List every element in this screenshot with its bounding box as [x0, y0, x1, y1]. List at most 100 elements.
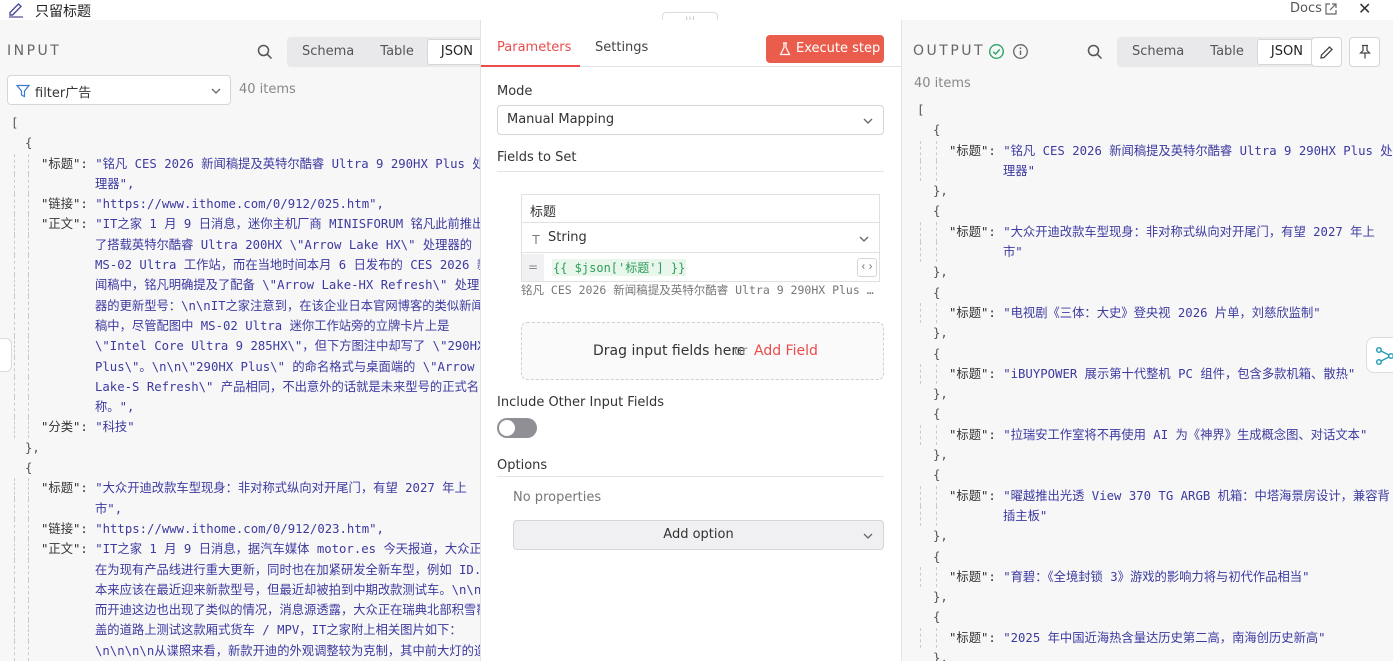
field-value-expression[interactable]: = {{ $json['标题'] }} — [522, 254, 879, 281]
indent-guide — [14, 579, 15, 601]
toggle-knob — [499, 420, 515, 436]
field-name-input[interactable]: 标题 — [522, 195, 879, 223]
output-json-view: [{"标题": "铭凡 CES 2026 新闻稿提及英特尔酷睿 Ultra 9 … — [917, 100, 1393, 661]
node-graph-handle[interactable] — [1366, 337, 1393, 373]
json-key: "标题": — [949, 569, 1004, 584]
drop-field-zone[interactable]: Drag input fields here or Add Field — [521, 322, 884, 380]
input-view-table[interactable]: Table — [367, 39, 427, 65]
output-item-count: 40 items — [914, 76, 971, 91]
drop-hint: Drag input fields here — [593, 343, 746, 359]
info-icon[interactable] — [1012, 43, 1029, 60]
close-icon[interactable]: ✕ — [1358, 0, 1371, 18]
json-value: "IT之家 1 月 9 日消息，据汽车媒体 motor.es 今天报道，大众正 — [95, 542, 481, 557]
tab-settings[interactable]: Settings — [595, 40, 648, 55]
indent-guide — [920, 221, 921, 243]
indent-guide — [28, 376, 29, 398]
indent-guide — [14, 255, 15, 276]
field-type-select[interactable]: Ｔ String — [522, 224, 879, 253]
indent-guide — [28, 498, 29, 519]
input-view-json[interactable]: JSON — [426, 39, 480, 65]
input-view-schema[interactable]: Schema — [289, 39, 367, 65]
mode-label: Mode — [497, 84, 533, 99]
input-node-name: filter广告 — [35, 86, 92, 101]
edit-output-button[interactable] — [1311, 37, 1342, 67]
indent-guide — [14, 559, 15, 580]
chevron-down-icon — [211, 88, 221, 94]
json-line: }, — [917, 181, 1393, 201]
input-panel-collapse-handle[interactable] — [0, 338, 12, 372]
indent-guide — [14, 397, 15, 418]
json-key: "标题": — [949, 224, 1004, 239]
docs-link[interactable]: Docs — [1290, 1, 1322, 16]
indent-guide — [14, 295, 15, 316]
parameters-panel: Parameters Settings Execute step Mode Ma… — [481, 20, 901, 661]
workflow-node-title[interactable]: 只留标题 — [35, 1, 91, 21]
output-view-table[interactable]: Table — [1197, 39, 1257, 65]
json-line: }, — [917, 648, 1393, 661]
json-line: }, — [11, 438, 480, 458]
json-bracket: { — [933, 407, 941, 422]
json-value: "铭凡 CES 2026 新闻稿提及英特尔酷睿 Ultra 9 290HX Pl… — [95, 156, 481, 171]
indent-guide — [920, 302, 921, 324]
active-tab-underline — [481, 65, 580, 67]
json-line: }, — [917, 262, 1393, 282]
json-bracket: { — [933, 549, 941, 564]
indent-guide — [936, 221, 937, 243]
json-line: { — [917, 120, 1393, 140]
json-value: 盖的道路上测试这款厢式货车 / MPV，IT之家附上相关图片如下： — [95, 623, 462, 638]
indent-guide — [14, 336, 15, 357]
expression-equals-icon: = — [522, 254, 544, 281]
json-value: "2025 年中国近海热含量达历史第二高，南海创历史新高" — [1003, 630, 1326, 645]
indent-guide — [920, 242, 921, 263]
json-line: "标题": "曜越推出光透 View 370 TG ARGB 机箱：中塔海景房设… — [917, 485, 1393, 506]
json-line: { — [917, 201, 1393, 221]
indent-guide — [14, 194, 15, 215]
json-bracket: { — [933, 468, 941, 483]
indent-guide — [14, 478, 15, 499]
indent-guide — [936, 505, 937, 527]
json-bracket: }, — [933, 529, 948, 544]
output-panel-label: OUTPUT — [913, 43, 986, 59]
external-link-icon[interactable] — [1324, 2, 1338, 16]
json-line: 插主板" — [917, 505, 1393, 527]
edit-pen-icon[interactable] — [7, 2, 25, 18]
indent-guide — [28, 640, 29, 661]
no-properties-text: No properties — [513, 490, 602, 505]
json-bracket: }, — [933, 184, 948, 199]
json-line: [ — [11, 113, 480, 133]
search-icon[interactable] — [256, 43, 274, 61]
json-line: }, — [917, 445, 1393, 465]
json-line: "标题": "电视剧《三体：大史》登央视 2026 片单，刘慈欣监制" — [917, 302, 1393, 324]
pin-data-button[interactable] — [1349, 37, 1380, 67]
search-icon[interactable] — [1086, 43, 1104, 61]
include-other-toggle[interactable] — [497, 418, 537, 438]
output-view-schema[interactable]: Schema — [1119, 39, 1197, 65]
json-line: 理器" — [917, 160, 1393, 182]
json-value: 稿中，尽管配图中 MS-02 Ultra 迷你工作站旁的立牌卡片上是 — [95, 318, 450, 333]
mode-select[interactable]: Manual Mapping — [497, 105, 884, 135]
json-value: 本来应该在最近迎来新款型号，但最近却被拍到中期改款测试车。\n\n — [95, 582, 481, 597]
add-field-link[interactable]: Add Field — [754, 343, 818, 359]
json-key: "标题": — [41, 156, 96, 171]
tab-parameters[interactable]: Parameters — [497, 40, 571, 55]
json-line: 在为现有产品线进行重大更新，同时也在加紧研发全新车型，例如 ID.3 — [11, 559, 480, 580]
execute-step-button[interactable]: Execute step — [766, 35, 884, 63]
json-value: "科技" — [95, 420, 135, 435]
json-value: Plus\"。\n\n\"290HX Plus\" 的命名格式与桌面端的 \"A… — [95, 359, 475, 374]
json-bracket: [ — [11, 116, 19, 130]
output-view-json[interactable]: JSON — [1256, 39, 1317, 65]
json-bracket: }, — [933, 651, 948, 661]
indent-guide — [28, 356, 29, 377]
open-expression-editor-icon[interactable] — [857, 258, 877, 277]
include-other-label: Include Other Input Fields — [497, 395, 665, 410]
edit-icon — [1320, 46, 1333, 59]
json-line: 本来应该在最近迎来新款型号，但最近却被拍到中期改款测试车。\n\n — [11, 579, 481, 601]
json-line: 称。", — [11, 397, 480, 418]
json-line: 市" — [917, 242, 1393, 263]
input-node-select[interactable]: filter广告 — [7, 75, 231, 105]
json-value: 器的更新型号：\n\nIT之家注意到，在该企业日本官网博客的类似新闻 — [95, 298, 481, 313]
fields-to-set-label: Fields to Set — [497, 150, 577, 165]
parameter-tabs: Parameters Settings Execute step — [481, 20, 901, 67]
json-value: 理器", — [95, 176, 135, 191]
add-option-select[interactable]: Add option — [513, 520, 884, 550]
